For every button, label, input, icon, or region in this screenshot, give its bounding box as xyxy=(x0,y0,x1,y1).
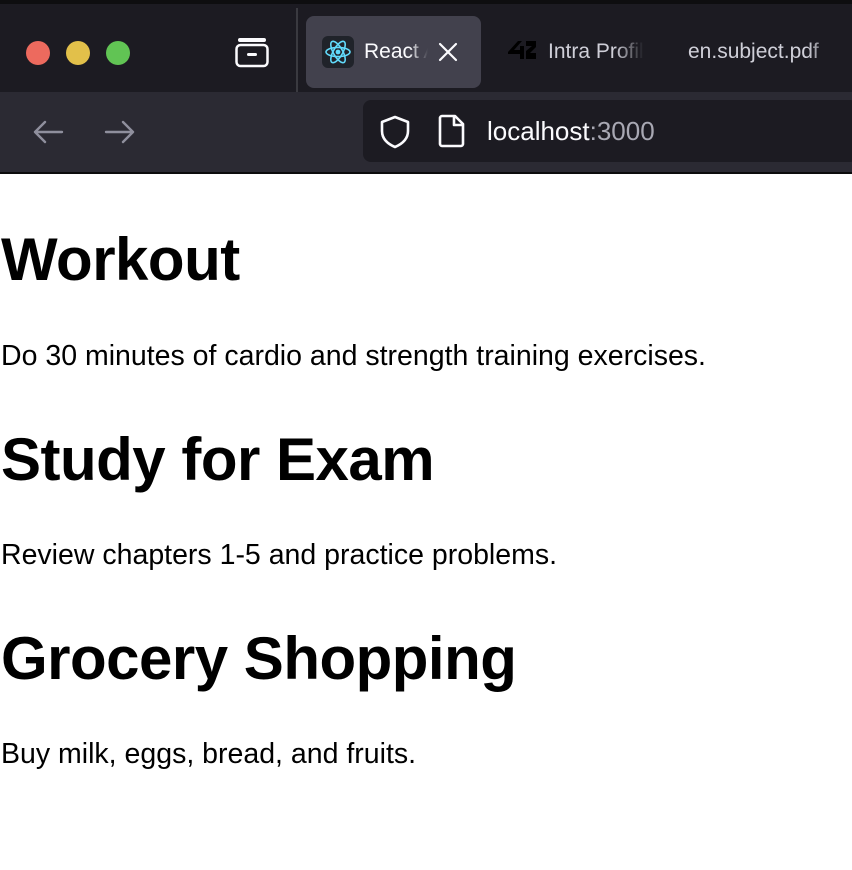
todo-title: Grocery Shopping xyxy=(1,625,517,692)
todo-title: Study for Exam xyxy=(1,426,435,493)
42-logo-icon xyxy=(508,41,536,59)
todo-description-wrap: Review chapters 1-5 and practice problem… xyxy=(1,541,557,570)
todo-item: Workout xyxy=(1,230,240,290)
close-tab-icon[interactable] xyxy=(434,38,462,66)
react-atom-icon xyxy=(322,36,354,68)
tab-separator xyxy=(296,8,298,96)
tab-subject-pdf[interactable]: en.subject.pdf xyxy=(672,16,852,88)
back-arrow-icon[interactable] xyxy=(30,116,66,148)
forward-arrow-icon[interactable] xyxy=(102,116,138,148)
todo-item: Study for Exam xyxy=(1,426,435,493)
navigation-bar: localhost:3000 xyxy=(0,92,852,174)
tab-react-app[interactable]: React App xyxy=(306,16,481,88)
page-info-icon[interactable] xyxy=(437,114,467,148)
browser-chrome: React App Intra Profile en.subject.pdf xyxy=(0,0,852,174)
todo-item: Grocery Shopping xyxy=(1,625,517,692)
todo-description-wrap: Buy milk, eggs, bread, and fruits. xyxy=(1,740,416,769)
todo-description: Do 30 minutes of cardio and strength tra… xyxy=(1,340,706,372)
tab-title: en.subject.pdf xyxy=(688,40,819,63)
url-port: :3000 xyxy=(589,116,655,146)
todo-description-wrap: Do 30 minutes of cardio and strength tra… xyxy=(1,342,706,371)
shield-icon[interactable] xyxy=(379,115,411,149)
tab-title: Intra Profile xyxy=(548,40,644,63)
minimize-window-button[interactable] xyxy=(66,41,90,65)
maximize-window-button[interactable] xyxy=(106,41,130,65)
url-host: localhost xyxy=(487,116,590,146)
page-content: Workout Do 30 minutes of cardio and stre… xyxy=(0,174,852,870)
tab-bar: React App Intra Profile en.subject.pdf xyxy=(0,0,852,96)
tab-intra-profile[interactable]: Intra Profile xyxy=(492,16,662,88)
todo-description: Buy milk, eggs, bread, and fruits. xyxy=(1,738,417,770)
close-window-button[interactable] xyxy=(26,41,50,65)
tab-groups-icon[interactable] xyxy=(234,36,270,68)
tab-title: React App xyxy=(364,40,428,63)
todo-title: Workout xyxy=(1,226,240,293)
url-text[interactable]: localhost:3000 xyxy=(487,116,655,147)
todo-description: Review chapters 1-5 and practice problem… xyxy=(1,539,558,571)
url-bar[interactable]: localhost:3000 xyxy=(363,100,852,162)
